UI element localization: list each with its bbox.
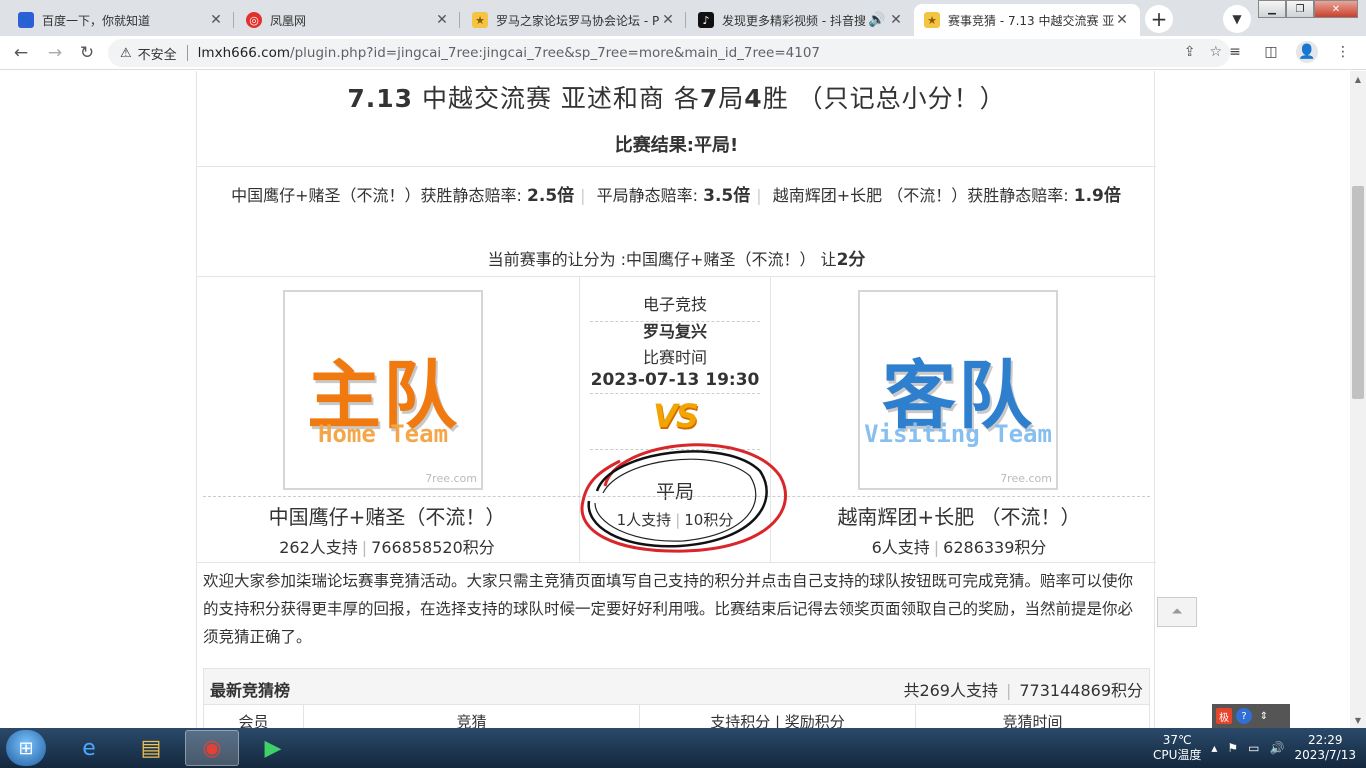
new-tab-button[interactable]: + — [1145, 5, 1173, 33]
floating-toolbar: 极 ? ⇕ — [1212, 704, 1290, 728]
tab-title: 发现更多精彩视频 - 抖音搜 — [722, 13, 866, 28]
tab-title: 罗马之家论坛罗马协会论坛 - P — [496, 13, 660, 28]
tab-baidu[interactable]: 🐾 百度一下，你就知道 ✕ — [8, 4, 234, 36]
tab-forum[interactable]: ★ 罗马之家论坛罗马协会论坛 - P ✕ — [462, 4, 686, 36]
page-viewport: 7.13 中越交流赛 亚述和商 各7局4胜 （只记总小分！） 比赛结果:平局! … — [0, 71, 1350, 728]
home-team-logo[interactable]: 主队 Home Team 7ree.com — [283, 290, 483, 490]
help-icon[interactable]: ? — [1236, 708, 1252, 724]
scroll-down-arrow-icon[interactable]: ▼ — [1350, 712, 1366, 728]
draw-option[interactable]: 平局 — [580, 477, 770, 504]
home-team-stats: 262人支持 | 766858520积分 — [279, 538, 495, 557]
tab-title: 凤凰网 — [270, 13, 307, 28]
profile-avatar-icon[interactable]: 👤 — [1296, 41, 1318, 63]
intro-text: 欢迎大家参加柒瑞论坛赛事竞猜活动。大家只需主竞猜页面填写自己支持的积分并点击自己… — [203, 572, 1134, 646]
match-time: 2023-07-13 19:30 — [590, 370, 760, 390]
douyin-icon: ♪ — [698, 12, 714, 28]
tab-active-match[interactable]: ★ 赛事竞猜 - 7.13 中越交流赛 亚 ✕ — [914, 4, 1140, 36]
away-odds: 1.9倍 — [1073, 186, 1121, 206]
col-time: 竞猜时间 — [1002, 713, 1063, 728]
tab-douyin[interactable]: ♪ 发现更多精彩视频 - 抖音搜 🔊 ✕ — [688, 4, 912, 36]
address-bar[interactable]: ⚠ 不安全 lmxh666.com/plugin.php?id=jingcai_… — [108, 39, 1230, 67]
tab-ifeng[interactable]: ◎ 凤凰网 ✕ — [236, 4, 460, 36]
tab-title: 百度一下，你就知道 — [42, 13, 151, 28]
tab-strip: 🐾 百度一下，你就知道 ✕ ◎ 凤凰网 ✕ ★ 罗马之家论坛罗马协会论坛 - P… — [0, 0, 1366, 36]
col-bet: 竞猜 — [304, 705, 640, 728]
windows-taskbar: ⊞ e ▤ ◉ ▶ 37℃ CPU温度 ▴ ⚑ ▭ 🔊 22:29 2023/7… — [0, 728, 1366, 768]
latest-bets-board: 最新竞猜榜 共269人支持 | 773144869积分 会员 竞猜 支持积分 | 奖… — [203, 668, 1150, 728]
volume-icon[interactable]: 🔊 — [1270, 741, 1285, 755]
clock[interactable]: 22:29 2023/7/13 — [1294, 733, 1356, 763]
minimize-button[interactable]: ▁ — [1258, 0, 1286, 18]
baidu-paw-icon: 🐾 — [18, 12, 34, 28]
back-button[interactable]: ← — [8, 40, 34, 66]
close-icon[interactable]: ✕ — [660, 12, 676, 28]
home-odds: 2.5倍 — [527, 186, 575, 206]
chrome-icon[interactable]: ◉ — [185, 730, 239, 766]
expand-icon[interactable]: ⇕ — [1256, 708, 1272, 724]
forum-icon: ★ — [924, 12, 940, 28]
window-controls: ▁ ❐ ✕ — [1258, 0, 1358, 18]
scrollbar-thumb[interactable] — [1352, 186, 1364, 399]
match-category: 电子竞技 — [642, 295, 707, 314]
match-result: 比赛结果:平局! — [614, 135, 739, 156]
browser-toolbar: ← → ↻ ⚠ 不安全 lmxh666.com/plugin.php?id=ji… — [0, 36, 1366, 70]
not-secure-label[interactable]: 不安全 — [138, 44, 177, 63]
board-columns: 会员 竞猜 支持积分 | 奖励积分 竞猜时间 — [204, 705, 1149, 728]
cpu-temp[interactable]: 37℃ CPU温度 — [1153, 733, 1201, 763]
match-info-center: 电子竞技 罗马复兴 比赛时间 2023-07-13 19:30 VS 平局 1人… — [579, 277, 771, 562]
url-path: /plugin.php?id=jingcai_7ree:jingcai_7ree… — [290, 45, 821, 61]
away-team-name[interactable]: 越南辉团+长肥 （不流！） — [769, 501, 1149, 530]
file-explorer-icon[interactable]: ▤ — [124, 730, 178, 766]
flag-icon[interactable]: ⚑ — [1227, 741, 1238, 755]
close-icon[interactable]: ✕ — [1114, 12, 1130, 28]
back-to-top-button[interactable]: ⏶ — [1157, 597, 1197, 627]
match-title: 7.13 中越交流赛 亚述和商 各7局4胜 （只记总小分！） — [347, 84, 1006, 113]
match-panel: 7.13 中越交流赛 亚述和商 各7局4胜 （只记总小分！） 比赛结果:平局! … — [196, 71, 1156, 728]
match-time-label: 比赛时间 — [642, 348, 707, 367]
tab-search-button[interactable]: ▼ — [1223, 5, 1251, 33]
board-totals: 共269人支持 | 773144869积分 — [903, 681, 1143, 700]
url-host: lmxh666.com — [197, 45, 291, 61]
close-window-button[interactable]: ✕ — [1314, 0, 1358, 18]
forum-icon: ★ — [472, 12, 488, 28]
draw-odds: 3.5倍 — [703, 186, 751, 206]
forward-button[interactable]: → — [42, 40, 68, 66]
ie-icon[interactable]: e — [62, 730, 116, 766]
bookmark-star-icon[interactable]: ☆ — [1209, 44, 1222, 60]
reload-button[interactable]: ↻ — [74, 40, 100, 66]
tray-expand-icon[interactable]: ▴ — [1211, 741, 1217, 755]
tab-title: 赛事竞猜 - 7.13 中越交流赛 亚 — [948, 13, 1114, 28]
col-member: 会员 — [204, 705, 304, 728]
handicap-line: 当前赛事的让分为 :中国鹰仔+赌圣（不流！） 让2分 — [487, 250, 866, 270]
odds-line: 中国鹰仔+赌圣（不流！）获胜静态赔率: 2.5倍 | 平局静态赔率: 3.5倍 | … — [231, 186, 1121, 206]
away-team-logo[interactable]: 客队 Visiting Team 7ree.com — [858, 290, 1058, 490]
home-team-name[interactable]: 中国鹰仔+赌圣（不流！） — [197, 501, 577, 530]
network-icon[interactable]: ▭ — [1248, 741, 1259, 755]
restore-button[interactable]: ❐ — [1286, 0, 1314, 18]
system-tray: 37℃ CPU温度 ▴ ⚑ ▭ 🔊 22:29 2023/7/13 — [1153, 730, 1356, 766]
draw-stats: 1人支持 | 10积分 — [616, 511, 734, 529]
col-points: 支持积分 | 奖励积分 — [640, 705, 916, 728]
extension-icon[interactable]: 极 — [1216, 708, 1232, 724]
menu-kebab-icon[interactable]: ⋮ — [1332, 41, 1354, 63]
close-icon[interactable]: ✕ — [434, 12, 450, 28]
warning-icon[interactable]: ⚠ — [120, 46, 132, 61]
ifeng-icon: ◎ — [246, 12, 262, 28]
page-scrollbar[interactable]: ▲ ▼ — [1350, 71, 1366, 728]
media-player-icon[interactable]: ▶ — [246, 730, 300, 766]
scroll-up-arrow-icon[interactable]: ▲ — [1350, 71, 1366, 87]
board-title: 最新竞猜榜 — [210, 681, 291, 700]
close-icon[interactable]: ✕ — [208, 12, 224, 28]
away-team-stats: 6人支持 | 6286339积分 — [871, 538, 1047, 557]
audio-close-icon[interactable]: 🔊 ✕ — [868, 12, 902, 28]
start-button-icon[interactable]: ⊞ — [6, 730, 46, 766]
reading-list-icon[interactable]: ≡ — [1224, 41, 1246, 63]
side-panel-icon[interactable]: ◫ — [1260, 41, 1282, 63]
match-league: 罗马复兴 — [642, 322, 707, 341]
vs-badge: VS — [653, 397, 699, 435]
share-icon[interactable]: ⇪ — [1184, 44, 1196, 60]
